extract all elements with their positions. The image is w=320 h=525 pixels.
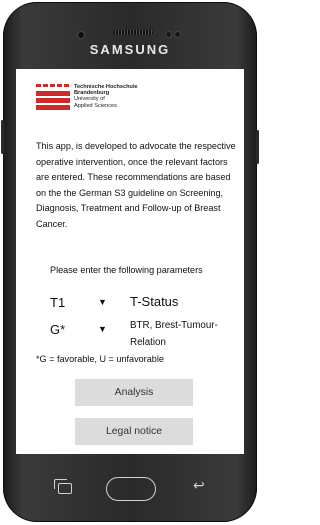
- back-icon[interactable]: ↩: [193, 477, 205, 494]
- btr-label: BTR, Brest-Tumour-Relation: [130, 320, 218, 348]
- dropdown-arrow-icon[interactable]: ▼: [98, 297, 107, 307]
- dropdown-arrow-icon[interactable]: ▼: [98, 324, 107, 334]
- params-prompt: Please enter the following parameters: [50, 265, 203, 275]
- recent-apps-icon[interactable]: [54, 479, 72, 494]
- logo-mark-icon: [36, 84, 70, 112]
- university-logo: Technische Hochschule Brandenburg Univer…: [36, 84, 138, 112]
- volume-button: [1, 120, 4, 154]
- navigation-bar: ↩: [3, 457, 257, 517]
- front-camera-icon: [77, 31, 85, 39]
- analysis-button[interactable]: Analysis: [75, 379, 193, 406]
- logo-line: Applied Sciences: [74, 102, 117, 109]
- intro-text: This app, is developed to advocate the r…: [36, 141, 236, 229]
- sensor-icon: [174, 31, 181, 38]
- device-brand: SAMSUNG: [89, 42, 171, 57]
- app-screen: Technische Hochschule Brandenburg Univer…: [16, 69, 244, 454]
- grade-note: *G = favorable, U = unfavorable: [36, 354, 164, 364]
- sensor-icon: [165, 31, 172, 38]
- phone-frame: SAMSUNG Technische Hochschule Brandenbur…: [1, 2, 259, 522]
- btr-select[interactable]: G*: [50, 322, 65, 337]
- logo-text: Technische Hochschule Brandenburg Univer…: [74, 84, 138, 109]
- home-button[interactable]: [106, 477, 156, 501]
- t-status-select[interactable]: T1: [50, 295, 65, 310]
- t-status-label: T-Status: [130, 294, 179, 309]
- phone-top-bezel: SAMSUNG: [3, 2, 257, 64]
- earpiece-speaker: [113, 30, 153, 35]
- legal-notice-button[interactable]: Legal notice: [75, 418, 193, 445]
- power-button: [256, 130, 259, 164]
